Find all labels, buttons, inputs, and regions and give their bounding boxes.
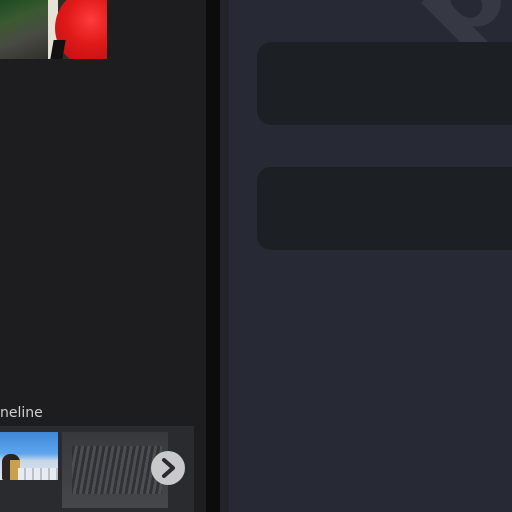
panel-divider-edge [220,0,229,512]
thumbnail-dark-detail [50,40,66,59]
thumbnail-salt-flats [18,468,58,480]
media-preview-thumbnail[interactable] [0,0,107,59]
content-card-2[interactable] [257,167,512,250]
thumbnail-ground [0,0,55,59]
timeline-thumbnail-1[interactable] [0,432,58,480]
timeline-heading: neline [0,405,43,421]
panel-divider[interactable] [206,0,220,512]
content-card-1[interactable] [257,42,512,125]
chevron-right-icon [162,458,175,478]
left-panel: neline [0,0,206,512]
right-panel: par [229,0,512,512]
timeline-next-button[interactable] [151,451,185,485]
thumbnail-texture [72,446,162,494]
